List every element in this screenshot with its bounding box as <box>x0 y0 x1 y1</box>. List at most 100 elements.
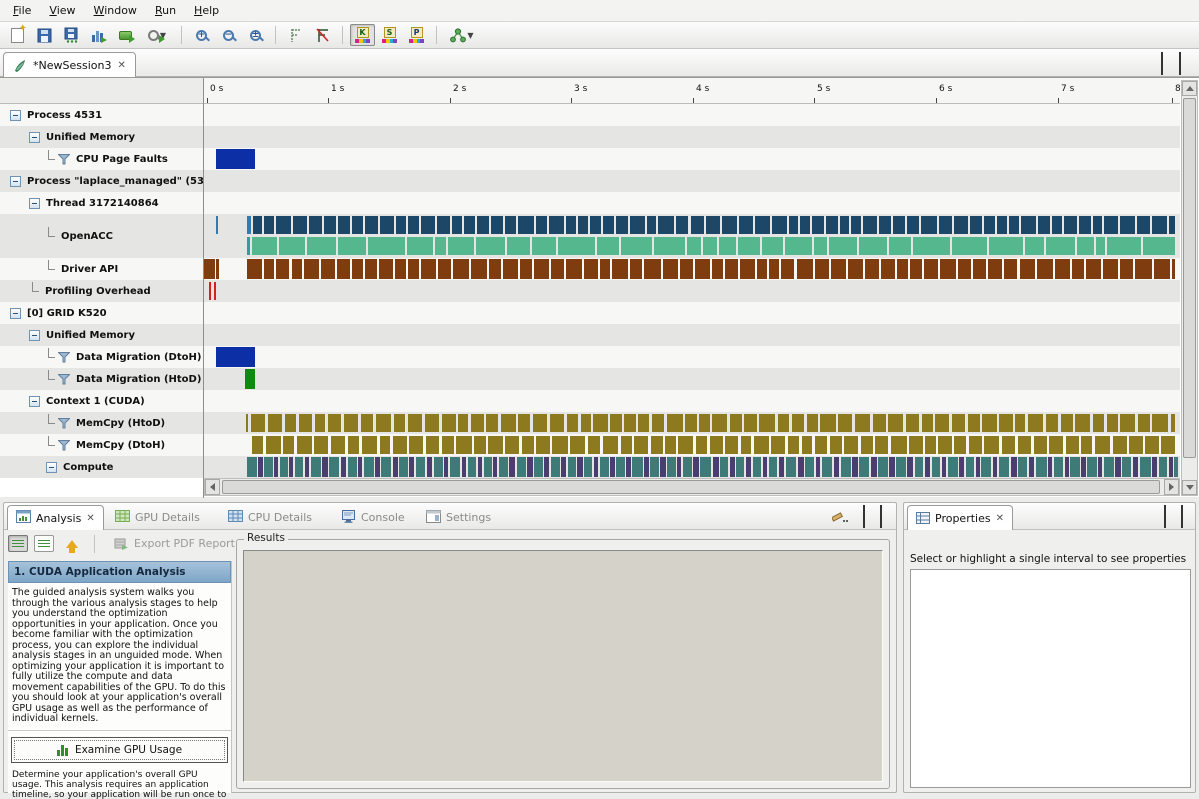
stream-coloring-button[interactable]: S <box>377 24 402 46</box>
tree-row-unified-memory[interactable]: Unified Memory <box>0 324 204 346</box>
timeline-interval[interactable] <box>1137 216 1150 234</box>
examine-gpu-usage-button[interactable]: Examine GPU Usage <box>11 737 228 763</box>
timeline-interval[interactable] <box>966 457 974 477</box>
timeline-interval[interactable] <box>834 457 840 477</box>
timeline-interval[interactable] <box>1037 259 1053 279</box>
timeline-interval[interactable] <box>634 436 648 454</box>
timeline-interval[interactable] <box>939 216 953 234</box>
menu-window[interactable]: Window <box>85 1 146 20</box>
timeline-interval[interactable] <box>247 259 262 279</box>
timeline-interval[interactable] <box>993 457 997 477</box>
zoom-in-button[interactable]: + <box>189 24 214 46</box>
timeline-interval[interactable] <box>740 259 755 279</box>
timeline-interval[interactable] <box>1077 237 1094 255</box>
minimize-button[interactable] <box>863 508 865 527</box>
timeline-interval[interactable] <box>266 436 281 454</box>
timeline-interval[interactable] <box>1096 237 1106 255</box>
timeline-interval[interactable] <box>841 457 851 477</box>
timeline-interval[interactable] <box>896 457 906 477</box>
timeline-interval[interactable] <box>922 414 933 432</box>
timeline-interval[interactable] <box>769 259 779 279</box>
timeline-interval[interactable] <box>875 436 888 454</box>
timeline-interval[interactable] <box>1154 259 1170 279</box>
tree-row-profiling-overhead[interactable]: Profiling Overhead <box>0 280 204 302</box>
timeline-interval[interactable] <box>352 259 363 279</box>
timeline-interval[interactable] <box>534 259 549 279</box>
timeline-interval[interactable] <box>246 414 248 432</box>
timeline-interval[interactable] <box>913 237 950 255</box>
timeline-interval[interactable] <box>489 259 501 279</box>
timeline-interval[interactable] <box>906 414 920 432</box>
timeline-interval[interactable] <box>984 216 995 234</box>
timeline-interval[interactable] <box>442 414 456 432</box>
timeline-interval[interactable] <box>997 216 1007 234</box>
timeline-interval[interactable] <box>925 436 936 454</box>
timeline-interval[interactable] <box>713 457 719 477</box>
timeline-interval[interactable] <box>407 237 433 255</box>
timeline-interval[interactable] <box>394 414 405 432</box>
timeline-interval[interactable] <box>458 414 468 432</box>
timeline-interval[interactable] <box>921 216 937 234</box>
timeline-interval[interactable] <box>527 457 532 477</box>
collapse-toggle-icon[interactable] <box>29 132 40 143</box>
timeline-interval[interactable] <box>1172 259 1175 279</box>
timeline-interval[interactable] <box>344 414 358 432</box>
timeline-interval[interactable] <box>364 457 374 477</box>
timeline-interval[interactable] <box>588 436 601 454</box>
timeline-interval[interactable] <box>616 216 629 234</box>
timeline-interval[interactable] <box>1055 259 1070 279</box>
timeline-interval[interactable] <box>816 457 821 477</box>
timeline-interval[interactable] <box>984 436 999 454</box>
tab-console[interactable]: Console <box>333 505 413 530</box>
timeline-interval[interactable] <box>973 259 986 279</box>
timeline-interval[interactable] <box>462 457 467 477</box>
timeline-interval[interactable] <box>1138 414 1150 432</box>
tree-row-cpu-page-faults[interactable]: CPU Page Faults <box>0 148 204 170</box>
menu-help[interactable]: Help <box>185 1 228 20</box>
timeline-interval[interactable] <box>829 237 857 255</box>
timeline-interval[interactable] <box>706 216 720 234</box>
timeline-interval[interactable] <box>797 259 813 279</box>
timeline-interval[interactable] <box>687 237 700 255</box>
timeline-interval[interactable] <box>865 259 879 279</box>
timeline-interval[interactable] <box>488 436 502 454</box>
timeline-interval[interactable] <box>807 414 818 432</box>
timeline-interval[interactable] <box>1036 457 1047 477</box>
timeline-interval[interactable] <box>584 457 592 477</box>
timeline-interval[interactable] <box>771 436 785 454</box>
new-session-button[interactable]: ✦ <box>5 24 30 46</box>
tree-row-openacc[interactable]: OpenACC <box>0 214 204 258</box>
collapse-toggle-icon[interactable] <box>29 396 40 407</box>
save-all-button[interactable] <box>59 24 84 46</box>
timeline-interval[interactable] <box>478 457 483 477</box>
timeline-interval[interactable] <box>1070 457 1079 477</box>
scroll-right-button[interactable] <box>1164 479 1179 495</box>
vertical-scroll-thumb[interactable] <box>1183 98 1196 458</box>
timeline-interval[interactable] <box>1171 414 1175 432</box>
timeline-interval[interactable] <box>1065 457 1069 477</box>
timeline-interval[interactable] <box>644 457 648 477</box>
timeline-interval[interactable] <box>435 237 446 255</box>
timeline-interval[interactable] <box>1011 457 1017 477</box>
timeline-interval[interactable] <box>1034 436 1047 454</box>
timeline-interval[interactable] <box>1072 259 1085 279</box>
timeline-interval[interactable] <box>647 216 657 234</box>
tree-row-process-4531[interactable]: Process 4531 <box>0 104 204 126</box>
timeline-interval[interactable] <box>305 457 310 477</box>
timeline-interval[interactable] <box>268 414 283 432</box>
timeline-interval[interactable] <box>283 436 294 454</box>
timeline-interval[interactable] <box>338 237 366 255</box>
timeline-interval[interactable] <box>437 216 450 234</box>
timeline-interval[interactable] <box>954 216 968 234</box>
timeline-interval[interactable] <box>448 237 474 255</box>
timeline-interval[interactable] <box>802 436 812 454</box>
timeline-interval[interactable] <box>309 216 322 234</box>
collapse-toggle-icon[interactable] <box>46 462 57 473</box>
timeline-interval[interactable] <box>297 436 312 454</box>
timeline-interval[interactable] <box>1093 414 1104 432</box>
timeline-interval[interactable] <box>719 237 736 255</box>
timeline-interval[interactable] <box>252 237 277 255</box>
timeline-interval[interactable] <box>453 259 469 279</box>
timeline-interval[interactable] <box>814 237 826 255</box>
timeline-interval[interactable] <box>396 216 407 234</box>
